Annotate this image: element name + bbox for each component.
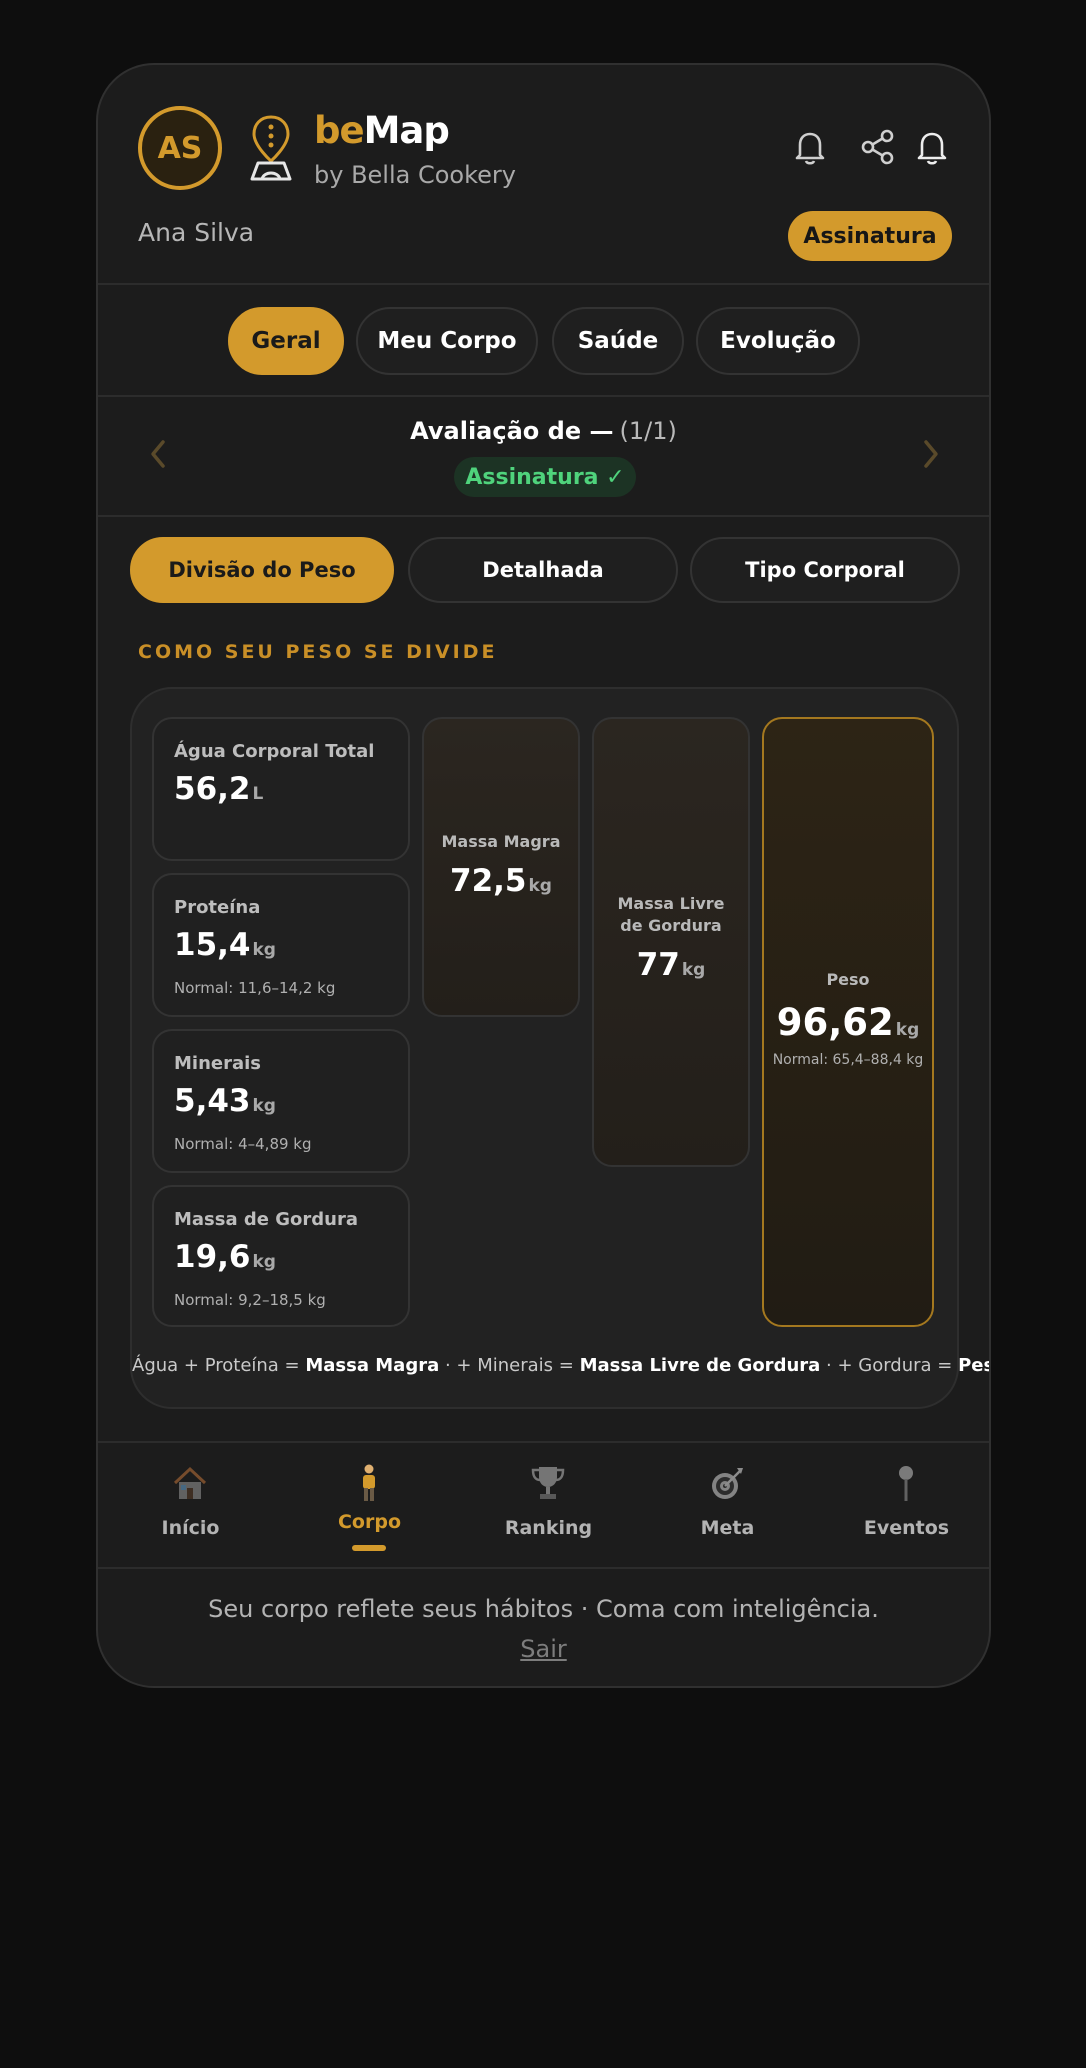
component-card-agua: Água Corporal Total 56,2 L (152, 717, 410, 861)
subscription-button[interactable]: Assinatura (788, 211, 952, 261)
bell-icon[interactable] (790, 127, 830, 167)
pin-icon (899, 1466, 913, 1501)
subscription-status-badge: Assinatura ✓ (454, 457, 636, 497)
target-icon (712, 1468, 743, 1499)
bar-massa-magra: Massa Magra 72,5 kg (422, 717, 580, 1017)
component-card-gordura: Massa de Gordura 19,6 kg Normal: 9,2–18,5… (152, 1185, 410, 1327)
map-pin-logo-icon (250, 115, 292, 181)
evaluation-selector: Avaliação de — (1/1) Assinatura ✓ (98, 397, 989, 517)
active-indicator (352, 1545, 386, 1551)
subtab-detalhada[interactable]: Detalhada (408, 537, 678, 603)
subtab-divisao-do-peso[interactable]: Divisão do Peso (130, 537, 394, 603)
component-card-proteina: Proteína 15,4 kg Normal: 11,6–14,2 kg (152, 873, 410, 1017)
avatar[interactable]: AS (138, 106, 222, 190)
house-icon (173, 1466, 207, 1499)
nav-item-meta[interactable]: Meta (638, 1443, 817, 1567)
trophy-icon (531, 1467, 565, 1499)
weight-breakdown-panel: Água Corporal Total 56,2 L Proteína 15,4 k… (130, 687, 989, 1409)
evaluation-title: Avaliação de — (1/1) (410, 417, 677, 445)
component-card-minerais: Minerais 5,43 kg Normal: 4–4,89 kg (152, 1029, 410, 1173)
main-tabs: Geral Meu Corpo Saúde Evolução (98, 285, 989, 397)
tab-saude[interactable]: Saúde (552, 307, 684, 375)
nav-item-ranking[interactable]: Ranking (459, 1443, 638, 1567)
nav-item-eventos[interactable]: Eventos (817, 1443, 989, 1567)
tab-meu-corpo[interactable]: Meu Corpo (356, 307, 538, 375)
person-icon (363, 1464, 375, 1501)
header: AS beMap by Bella Cookery Ana Silva Assi… (98, 65, 989, 285)
tab-geral[interactable]: Geral (228, 307, 344, 375)
share-icon[interactable] (858, 127, 898, 167)
logout-link[interactable]: Sair (98, 1635, 989, 1663)
bottom-nav: Início Corpo Ranking Meta Eventos (98, 1441, 989, 1569)
brand-byline: by Bella Cookery (314, 161, 516, 189)
section-title: COMO SEU PESO SE DIVIDE (138, 641, 498, 663)
user-name: Ana Silva (138, 218, 255, 247)
app-frame: AS beMap by Bella Cookery Ana Silva Assi… (96, 63, 991, 1688)
tab-evolucao[interactable]: Evolução (696, 307, 860, 375)
nav-item-inicio[interactable]: Início (101, 1443, 280, 1567)
chevron-right-icon[interactable] (921, 437, 941, 471)
notification-bell-icon[interactable] (912, 127, 952, 167)
bar-massa-livre-de-gordura: Massa Livre de Gordura 77 kg (592, 717, 750, 1167)
nav-item-corpo[interactable]: Corpo (280, 1443, 459, 1567)
bar-peso: Peso 96,62 kg Normal: 65,4–88,4 kg (762, 717, 934, 1327)
brand-name: beMap (314, 109, 450, 152)
weight-formula: Água + Proteína = Massa Magra · + Minera… (132, 1355, 989, 1376)
subtab-tipo-corporal[interactable]: Tipo Corporal (690, 537, 960, 603)
footer-tagline: Seu corpo reflete seus hábitos · Coma co… (208, 1595, 879, 1623)
